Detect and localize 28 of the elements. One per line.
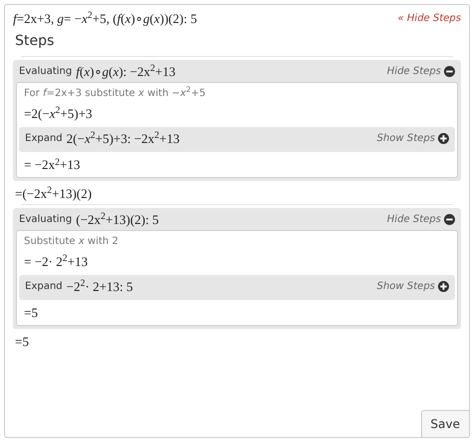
show-steps-link[interactable]: Show Steps <box>376 278 435 294</box>
math-line: =5 <box>14 332 30 351</box>
plus-circle-icon[interactable] <box>438 132 449 144</box>
step-expression: (−2x$^{2}$+13)(2): 5 <box>76 212 159 228</box>
step-note: Substitute x with 2 <box>23 235 120 250</box>
math-line: = −2x$^{2}$+13 <box>23 156 82 174</box>
problem-expression: f=2x+3, g= −x$^{2}$+5, (f(x)∘g(x))(2): 5 <box>13 11 197 27</box>
steps-heading: Steps <box>15 32 56 51</box>
step-note: For f=2x+3 substitute x with −x$^{2}$+5 <box>23 85 207 102</box>
math-line: =(−2x$^{2}$+13)(2) <box>14 184 93 203</box>
math-line: = −2· 2$^{2}$+13 <box>23 252 89 272</box>
minus-circle-icon[interactable] <box>444 214 455 225</box>
step-expression: −2$^{2}$· 2+13: 5 <box>66 278 133 294</box>
step-expression: f(x)∘g(x): −2x$^{2}$+13 <box>76 64 176 80</box>
step-label: Expand <box>25 132 62 146</box>
show-steps-link[interactable]: Show Steps <box>376 130 435 146</box>
math-line: =2(−x$^{2}$+5)+3 <box>23 104 94 124</box>
step-label: Evaluating <box>19 213 72 228</box>
save-button[interactable]: Save <box>420 410 470 438</box>
hide-steps-link[interactable]: « Hide Steps <box>398 11 461 26</box>
math-line: =5 <box>23 304 39 322</box>
hide-steps-link[interactable]: Hide Steps <box>387 64 441 79</box>
hide-steps-link[interactable]: Hide Steps <box>387 212 441 227</box>
step-expression: 2(−x$^{2}$+5)+3: −2x$^{2}$+13 <box>66 130 180 146</box>
minus-circle-icon[interactable] <box>444 66 455 77</box>
step-label: Evaluating <box>19 65 72 80</box>
plus-circle-icon[interactable] <box>438 280 449 292</box>
step-label: Expand <box>25 280 62 294</box>
